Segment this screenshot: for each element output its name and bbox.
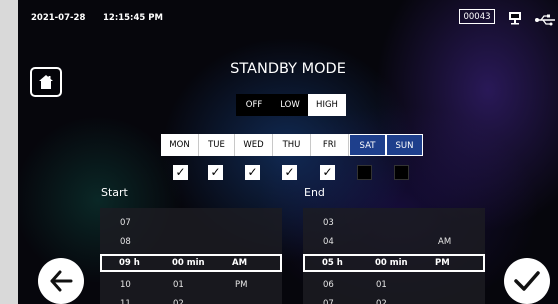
day-wed-button[interactable]: WED xyxy=(235,134,273,156)
checkbox-sun[interactable] xyxy=(394,165,409,180)
picker-hour: 11 xyxy=(120,299,131,304)
picker-row-selected[interactable]: 09 h 00 min AM xyxy=(100,254,282,272)
start-heading: Start xyxy=(101,186,128,199)
picker-row[interactable]: 10 01 PM xyxy=(100,276,282,294)
day-mon-button[interactable]: MON xyxy=(161,134,199,156)
back-button[interactable] xyxy=(38,258,84,304)
picker-hour: 09 h xyxy=(119,258,140,268)
picker-hour: 06 xyxy=(323,280,334,290)
picker-row[interactable]: 07 02 xyxy=(303,295,485,304)
picker-minute: 00 min xyxy=(375,258,408,268)
checkbox-mon[interactable]: ✓ xyxy=(173,165,188,180)
level-low-button[interactable]: LOW xyxy=(272,94,308,116)
back-arrow-icon xyxy=(48,268,74,294)
level-off-button[interactable]: OFF xyxy=(236,94,272,116)
picker-hour: 07 xyxy=(120,218,131,228)
picker-minute: 01 xyxy=(376,280,387,290)
picker-row-selected[interactable]: 05 h 00 min PM xyxy=(303,254,485,272)
checkbox-fri[interactable]: ✓ xyxy=(320,165,335,180)
day-thu-button[interactable]: THU xyxy=(273,134,311,156)
picker-ampm: AM xyxy=(232,258,248,268)
picker-ampm: PM xyxy=(235,280,248,290)
picker-row[interactable]: 06 01 xyxy=(303,276,485,294)
monitor-icon xyxy=(508,10,522,25)
confirm-button[interactable] xyxy=(504,258,550,304)
picker-minute: 02 xyxy=(173,299,184,304)
picker-hour: 10 xyxy=(120,280,131,290)
picker-ampm: AM xyxy=(438,237,452,247)
screen: 2021-07-28 12:15:45 PM 00043 STANDBY MOD… xyxy=(18,0,558,304)
end-time-picker[interactable]: 03 04 AM 05 h 00 min PM 06 01 07 02 xyxy=(303,208,485,304)
picker-minute: 02 xyxy=(376,299,387,304)
start-time-picker[interactable]: 07 08 09 h 00 min AM 10 01 PM 11 02 xyxy=(100,208,282,304)
checkbox-wed[interactable]: ✓ xyxy=(245,165,260,180)
day-tue-button[interactable]: TUE xyxy=(199,134,235,156)
checkbox-sat[interactable] xyxy=(357,165,372,180)
picker-minute: 00 min xyxy=(172,258,205,268)
checkbox-tue[interactable]: ✓ xyxy=(208,165,223,180)
status-counter: 00043 xyxy=(459,9,495,24)
end-heading: End xyxy=(304,186,325,199)
status-date: 2021-07-28 xyxy=(31,13,86,23)
picker-row[interactable]: 04 AM xyxy=(303,233,485,251)
picker-hour: 04 xyxy=(323,237,334,247)
picker-row[interactable]: 11 02 xyxy=(100,295,282,304)
picker-hour: 08 xyxy=(120,237,131,247)
picker-row[interactable]: 03 xyxy=(303,214,485,232)
usb-icon xyxy=(535,11,558,26)
checkbox-thu[interactable]: ✓ xyxy=(282,165,297,180)
picker-hour: 05 h xyxy=(322,258,343,268)
status-time: 12:15:45 PM xyxy=(103,13,163,23)
day-fri-button[interactable]: FRI xyxy=(311,134,349,156)
picker-row[interactable]: 07 xyxy=(100,214,282,232)
picker-row[interactable]: 08 xyxy=(100,233,282,251)
day-sat-button[interactable]: SAT xyxy=(349,134,386,156)
picker-minute: 01 xyxy=(173,280,184,290)
level-high-button[interactable]: HIGH xyxy=(308,94,346,116)
picker-ampm: PM xyxy=(435,258,450,268)
picker-hour: 07 xyxy=(323,299,334,304)
day-sun-button[interactable]: SUN xyxy=(386,134,423,156)
page-title: STANDBY MODE xyxy=(230,61,346,77)
checkmark-icon xyxy=(513,268,541,294)
status-bar: 2021-07-28 12:15:45 PM 00043 xyxy=(18,0,558,34)
picker-hour: 03 xyxy=(323,218,334,228)
